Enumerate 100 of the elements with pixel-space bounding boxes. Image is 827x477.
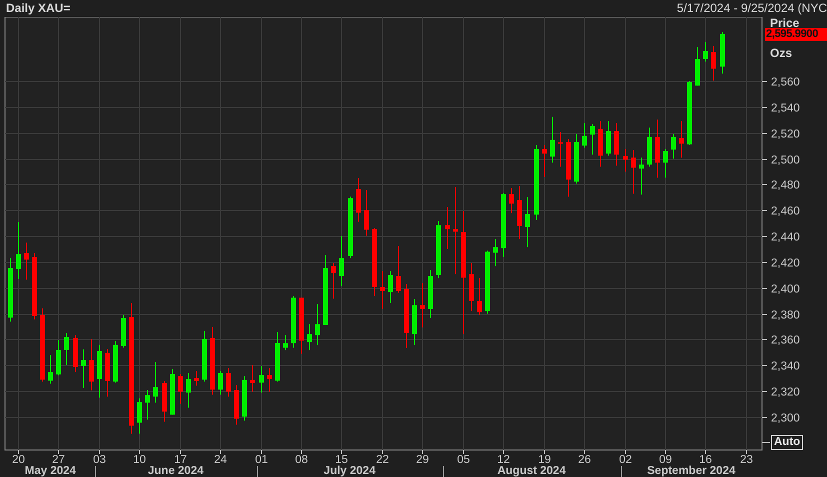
axis-label: 27 [52, 454, 65, 466]
axis-label: 2,340 [771, 360, 800, 372]
candlestick [331, 263, 336, 299]
candlestick [339, 236, 344, 286]
candlestick [267, 368, 272, 392]
axis-label: 10 [133, 454, 146, 466]
axis-label: 26 [578, 454, 591, 466]
axis-label: 02 [619, 454, 632, 466]
candlestick [493, 239, 498, 266]
last-price-badge: 2,595.9900 [765, 28, 827, 41]
axis-label: 20 [12, 454, 25, 466]
candlestick [590, 124, 595, 155]
auto-button[interactable]: Auto [771, 435, 804, 450]
axis-label: 12 [497, 454, 510, 466]
axis-label: 2,440 [771, 232, 800, 244]
candlestick [574, 134, 579, 184]
candlestick [720, 32, 725, 74]
candlestick [275, 332, 280, 382]
axis-label: 23 [740, 454, 753, 466]
candlestick [396, 246, 401, 293]
axis-label: 22 [376, 454, 389, 466]
candlestick [56, 340, 61, 376]
axis-label: 24 [214, 454, 227, 466]
axis-label: 2,480 [771, 180, 800, 192]
candlestick [663, 148, 668, 178]
month-label: September 2024 [647, 465, 736, 477]
axis-label: 2,380 [771, 310, 800, 322]
candlestick [218, 371, 223, 395]
axis-label: 17 [174, 454, 187, 466]
candlestick [64, 333, 69, 365]
axis-label: 03 [93, 454, 106, 466]
candlestick [291, 296, 296, 348]
candlestick [566, 139, 571, 197]
axis-label: 05 [457, 454, 470, 466]
candlestick [485, 250, 490, 314]
axis-label: 15 [335, 454, 348, 466]
candlestick [364, 190, 369, 236]
candlestick [162, 380, 167, 422]
candlestick [606, 121, 611, 156]
chart-title: Daily XAU= [6, 0, 70, 17]
axis-label: 2,420 [771, 258, 800, 270]
axis-label: 2,400 [771, 284, 800, 296]
candlestick [647, 128, 652, 167]
candlestick [259, 366, 264, 393]
candlestick [145, 390, 150, 420]
candlestick [558, 132, 563, 167]
candlestick [679, 121, 684, 158]
axis-label: 16 [699, 454, 712, 466]
unit-label: Ozs [770, 46, 792, 60]
candlestick [121, 314, 126, 348]
candlestick [210, 326, 215, 395]
candlestick [113, 341, 118, 383]
candlestick [73, 334, 78, 372]
axis-label: 09 [659, 454, 672, 466]
axis-label: 2,320 [771, 386, 800, 398]
candlestick [501, 193, 506, 258]
candlestick [469, 263, 474, 312]
candlestick [48, 355, 53, 384]
candlestick [582, 123, 587, 148]
axis-label: 2,500 [771, 154, 800, 166]
axis-label: 29 [416, 454, 429, 466]
axis-label: 2,520 [771, 128, 800, 140]
axis-label: 2,460 [771, 206, 800, 218]
candlestick [170, 368, 175, 415]
candlestick [711, 46, 716, 81]
axis-label: 2,360 [771, 334, 800, 346]
candlestick [283, 335, 288, 350]
candlestick [202, 330, 207, 382]
axis-title: Price [770, 17, 800, 30]
candlestick [323, 255, 328, 325]
axis-label: 2,540 [771, 102, 800, 114]
axis-label: 19 [538, 454, 551, 466]
candlestick [477, 278, 482, 316]
axis-label: 2,560 [771, 76, 800, 88]
month-label: May 2024 [24, 465, 76, 477]
candlestick [348, 196, 353, 258]
candlestick [89, 338, 94, 390]
candlestick [639, 158, 644, 195]
candlestick [550, 116, 555, 163]
candlestick [178, 374, 183, 404]
month-label: August 2024 [497, 465, 566, 477]
candlestick [250, 364, 255, 392]
month-label: June 2024 [148, 465, 204, 477]
candlestick [687, 80, 692, 145]
axis-label: 2,300 [771, 412, 800, 424]
candlestick [671, 134, 676, 159]
candlestick [695, 46, 700, 86]
date-range: 5/17/2024 - 9/25/2024 (NYC [676, 0, 827, 17]
axis-label: 01 [255, 454, 268, 466]
candlestick [445, 207, 450, 249]
candlestick [517, 186, 522, 240]
axis-label: 08 [295, 454, 308, 466]
candlestick [509, 188, 514, 214]
candlestick [81, 349, 86, 388]
candlestick [372, 228, 377, 296]
candlestick [226, 368, 231, 397]
candlestick [299, 298, 304, 354]
candlestick [242, 376, 247, 421]
month-label: July 2024 [324, 465, 376, 477]
candlestick [703, 42, 708, 62]
